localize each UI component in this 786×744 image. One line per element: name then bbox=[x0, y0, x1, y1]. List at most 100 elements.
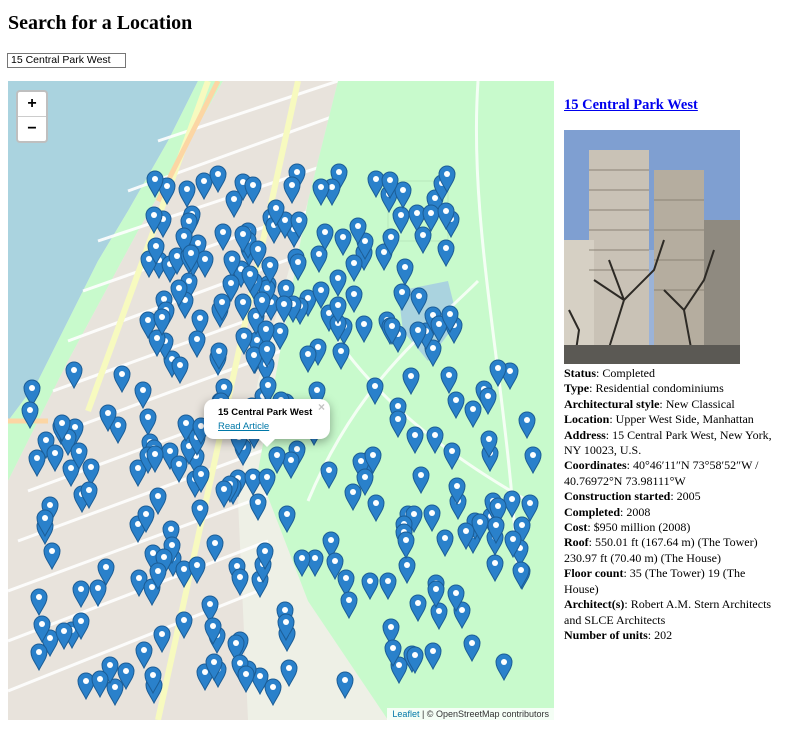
map-marker[interactable] bbox=[381, 171, 399, 199]
map-marker[interactable] bbox=[147, 237, 165, 266]
map-marker[interactable] bbox=[204, 617, 222, 646]
map-marker[interactable] bbox=[316, 223, 334, 251]
map-marker[interactable] bbox=[210, 342, 228, 371]
map-marker[interactable] bbox=[188, 330, 206, 358]
map-marker[interactable] bbox=[178, 180, 196, 208]
map-marker[interactable] bbox=[21, 401, 39, 430]
map-marker[interactable] bbox=[215, 480, 233, 509]
map-marker[interactable] bbox=[258, 340, 276, 369]
map-marker[interactable] bbox=[146, 170, 164, 199]
popup-read-article-link[interactable]: Read Article bbox=[218, 421, 320, 432]
map-marker[interactable] bbox=[153, 308, 171, 337]
map-marker[interactable] bbox=[402, 367, 420, 395]
map-marker[interactable] bbox=[326, 552, 344, 580]
map-marker[interactable] bbox=[70, 442, 88, 470]
map-marker[interactable] bbox=[234, 225, 252, 254]
map-marker[interactable] bbox=[145, 206, 163, 234]
map-marker[interactable] bbox=[275, 295, 293, 324]
map-marker[interactable] bbox=[406, 426, 424, 454]
map-marker[interactable] bbox=[153, 625, 171, 653]
map-marker[interactable] bbox=[253, 291, 271, 320]
map-marker[interactable] bbox=[30, 588, 48, 616]
map-marker[interactable] bbox=[426, 426, 444, 454]
map-marker[interactable] bbox=[80, 481, 98, 509]
map-marker[interactable] bbox=[448, 477, 466, 505]
popup-close-button[interactable]: × bbox=[318, 400, 325, 414]
map-marker[interactable] bbox=[299, 345, 317, 373]
map-marker[interactable] bbox=[345, 254, 363, 283]
map-marker[interactable] bbox=[336, 671, 354, 700]
map-marker[interactable] bbox=[72, 580, 90, 609]
map-marker[interactable] bbox=[72, 612, 90, 641]
map-marker[interactable] bbox=[240, 265, 259, 293]
map-marker[interactable] bbox=[329, 269, 347, 297]
map-marker[interactable] bbox=[278, 505, 296, 533]
leaflet-link[interactable]: Leaflet bbox=[392, 709, 419, 719]
map-marker[interactable] bbox=[280, 659, 298, 688]
map-marker[interactable] bbox=[36, 509, 54, 538]
map-marker[interactable] bbox=[447, 584, 465, 613]
map-marker[interactable] bbox=[191, 499, 209, 528]
map-marker[interactable] bbox=[355, 315, 373, 343]
map-marker[interactable] bbox=[486, 554, 504, 582]
map-marker[interactable] bbox=[89, 579, 107, 607]
map-marker[interactable] bbox=[424, 642, 442, 670]
map-marker[interactable] bbox=[436, 529, 454, 557]
map-marker[interactable] bbox=[489, 359, 507, 388]
map-marker[interactable] bbox=[329, 296, 347, 325]
map-marker[interactable] bbox=[55, 622, 73, 650]
map-marker[interactable] bbox=[268, 446, 286, 475]
map-marker[interactable] bbox=[135, 641, 153, 669]
map-marker[interactable] bbox=[334, 228, 352, 256]
map-marker[interactable] bbox=[192, 465, 210, 493]
map-marker[interactable] bbox=[398, 556, 416, 585]
map-marker[interactable] bbox=[383, 317, 401, 345]
map-marker[interactable] bbox=[28, 449, 46, 477]
map-marker[interactable] bbox=[170, 279, 188, 308]
map-marker[interactable] bbox=[277, 613, 295, 642]
map-marker[interactable] bbox=[290, 211, 308, 240]
map-marker[interactable] bbox=[344, 483, 362, 512]
map-marker[interactable] bbox=[521, 494, 539, 523]
map[interactable]: + − × 15 Central Park West Read Article … bbox=[8, 81, 554, 720]
map-marker[interactable] bbox=[366, 377, 384, 406]
map-marker[interactable] bbox=[512, 561, 530, 590]
map-marker[interactable] bbox=[91, 670, 109, 698]
map-marker[interactable] bbox=[205, 653, 223, 682]
map-marker[interactable] bbox=[175, 611, 193, 640]
map-marker[interactable] bbox=[379, 572, 397, 600]
map-marker[interactable] bbox=[146, 445, 164, 473]
map-marker[interactable] bbox=[518, 411, 536, 440]
map-marker[interactable] bbox=[393, 283, 411, 311]
map-marker[interactable] bbox=[137, 505, 155, 533]
location-search-input[interactable] bbox=[7, 53, 126, 68]
map-marker[interactable] bbox=[409, 594, 427, 622]
map-marker[interactable] bbox=[414, 226, 432, 254]
map-marker[interactable] bbox=[389, 410, 407, 439]
map-marker[interactable] bbox=[441, 305, 459, 334]
map-marker[interactable] bbox=[392, 206, 410, 235]
map-marker[interactable] bbox=[345, 285, 363, 314]
info-title-link[interactable]: 15 Central Park West bbox=[564, 97, 779, 122]
map-marker[interactable] bbox=[437, 202, 455, 231]
map-marker[interactable] bbox=[53, 414, 71, 443]
map-marker[interactable] bbox=[495, 653, 513, 682]
map-marker[interactable] bbox=[99, 404, 117, 432]
map-marker[interactable] bbox=[33, 615, 51, 643]
map-marker[interactable] bbox=[487, 516, 505, 545]
map-marker[interactable] bbox=[249, 493, 267, 522]
map-marker[interactable] bbox=[332, 342, 350, 371]
map-marker[interactable] bbox=[311, 178, 330, 207]
map-marker[interactable] bbox=[235, 327, 253, 356]
map-marker[interactable] bbox=[231, 568, 249, 597]
zoom-in-button[interactable]: + bbox=[18, 92, 46, 116]
map-marker[interactable] bbox=[320, 461, 338, 489]
map-marker[interactable] bbox=[209, 165, 227, 193]
map-marker[interactable] bbox=[134, 381, 152, 410]
map-marker[interactable] bbox=[384, 639, 402, 668]
map-marker[interactable] bbox=[480, 430, 498, 458]
map-marker[interactable] bbox=[440, 366, 458, 394]
map-marker[interactable] bbox=[206, 534, 224, 562]
map-marker[interactable] bbox=[222, 274, 240, 302]
zoom-out-button[interactable]: − bbox=[18, 116, 46, 141]
